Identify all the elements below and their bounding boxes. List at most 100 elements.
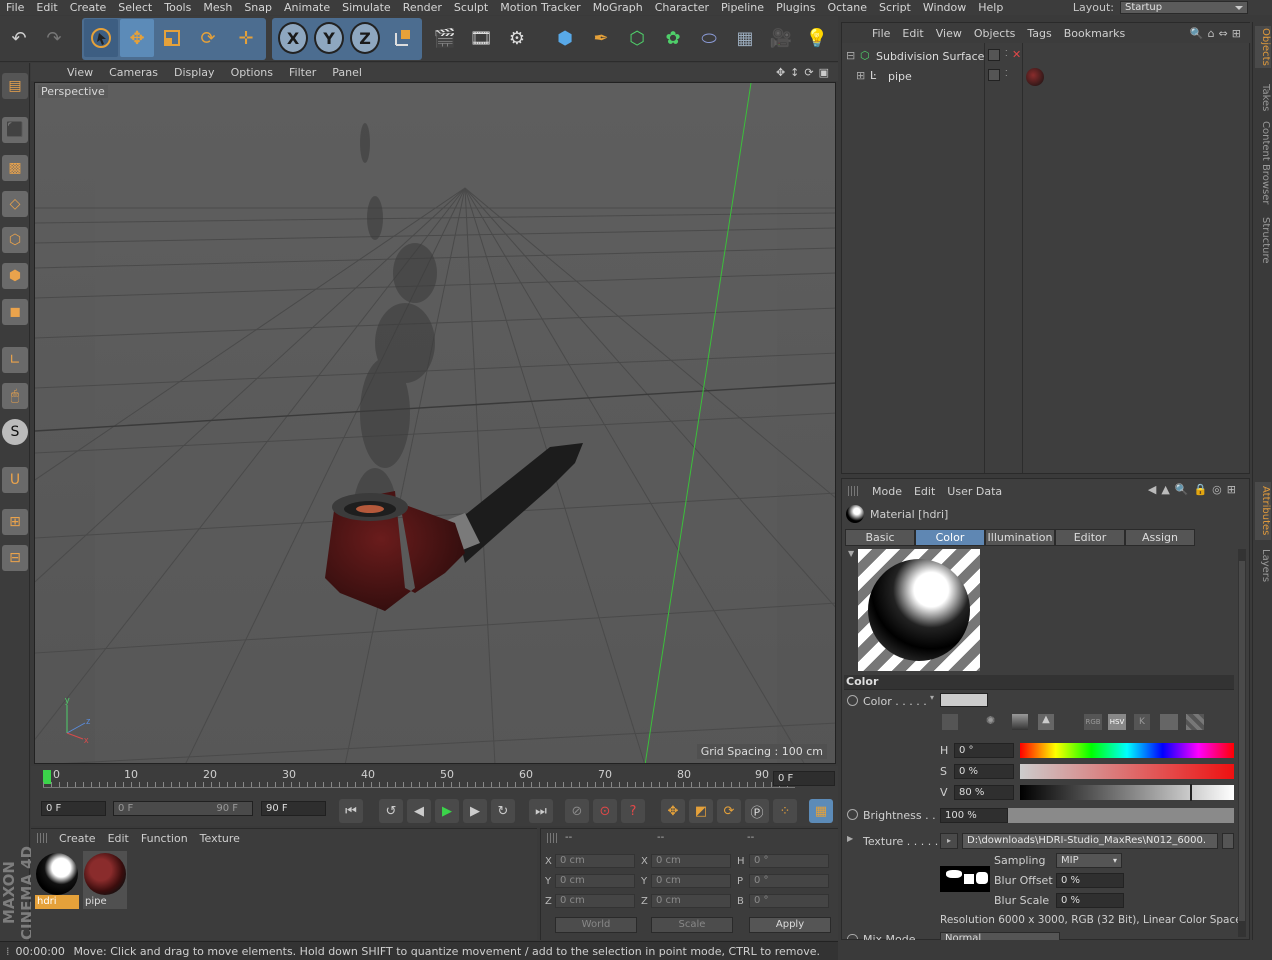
- menu-mesh[interactable]: Mesh: [197, 0, 238, 15]
- mix-mode-dropdown[interactable]: Normal: [940, 932, 1060, 940]
- side-tab-objects[interactable]: Objects: [1255, 26, 1271, 68]
- attribute-scrollbar[interactable]: [1238, 549, 1246, 937]
- sampling-dropdown[interactable]: MIP ▾: [1056, 853, 1122, 868]
- blur-scale-field[interactable]: 0 %: [1056, 893, 1124, 908]
- record-scale-icon[interactable]: ◩: [689, 799, 713, 823]
- layout-dropdown[interactable]: Startup: [1120, 1, 1248, 14]
- material-tag-icon[interactable]: [1026, 68, 1044, 86]
- polygons-mode-icon[interactable]: ◼: [2, 299, 28, 325]
- floor-environment-icon[interactable]: ▦: [728, 19, 762, 57]
- subdivision-surface-icon[interactable]: ⬡: [620, 19, 654, 57]
- menu-sculpt[interactable]: Sculpt: [448, 0, 494, 15]
- object-menu-bookmarks[interactable]: Bookmarks: [1058, 27, 1131, 40]
- tab-illumination[interactable]: Illumination: [985, 529, 1055, 546]
- hsv-mode-icon[interactable]: HSV: [1108, 714, 1126, 730]
- animate-color-radio[interactable]: [847, 695, 858, 706]
- menu-pipeline[interactable]: Pipeline: [715, 0, 770, 15]
- texture-path-field[interactable]: D:\downloads\HDRI-Studio_MaxRes\N012_600…: [962, 833, 1218, 849]
- 3d-viewport[interactable]: y z x Perspective Grid Spacing : 100 cm: [34, 82, 836, 764]
- record-parameter-icon[interactable]: Ⓟ: [745, 799, 769, 823]
- light-icon[interactable]: 💡: [800, 19, 834, 57]
- menu-window[interactable]: Window: [917, 0, 972, 15]
- texture-menu-arrow-icon[interactable]: ▸: [940, 833, 958, 849]
- lock-workplane-icon[interactable]: ⊞: [2, 509, 28, 535]
- brightness-slider[interactable]: [1008, 808, 1234, 823]
- menu-create[interactable]: Create: [64, 0, 113, 15]
- viewport-menu-panel[interactable]: Panel: [324, 66, 370, 79]
- go-to-start-icon[interactable]: ⏮: [339, 799, 363, 823]
- cube-primitive-icon[interactable]: ⬢: [548, 19, 582, 57]
- autokey-icon[interactable]: ⊙: [593, 799, 617, 823]
- color-swatch[interactable]: [940, 693, 988, 707]
- menu-select[interactable]: Select: [112, 0, 158, 15]
- object-menu-view[interactable]: View: [930, 27, 968, 40]
- rgb-mode-icon[interactable]: RGB: [1084, 714, 1102, 730]
- attribute-menu-user-data[interactable]: User Data: [941, 485, 1008, 498]
- editor-visibility-toggle[interactable]: [988, 69, 1000, 81]
- tab-color[interactable]: Color: [915, 529, 985, 546]
- visibility-dots-icon[interactable]: ⁚: [1005, 49, 1008, 58]
- object-menu-tags[interactable]: Tags: [1021, 27, 1057, 40]
- y-axis-lock-button[interactable]: Y: [314, 22, 344, 54]
- timeline-toggle-icon[interactable]: ▦: [809, 799, 833, 823]
- material-menu-function[interactable]: Function: [135, 832, 194, 845]
- position-x-field[interactable]: 0 cm: [555, 854, 635, 868]
- value-slider-thumb[interactable]: [1190, 784, 1193, 801]
- editor-visibility-toggle[interactable]: [988, 49, 1000, 61]
- workplane-mode-icon[interactable]: ◇: [2, 191, 28, 217]
- deformer-icon[interactable]: ⬭: [692, 19, 726, 57]
- viewport-menu-options[interactable]: Options: [223, 66, 281, 79]
- go-to-end-icon[interactable]: ⏭: [529, 799, 553, 823]
- start-frame-field[interactable]: 0 F: [41, 801, 106, 816]
- viewport-menu-cameras[interactable]: Cameras: [101, 66, 166, 79]
- blur-offset-field[interactable]: 0 %: [1056, 873, 1124, 888]
- side-tab-content-browser[interactable]: Content Browser: [1255, 118, 1271, 208]
- texture-mode-icon[interactable]: ▩: [2, 155, 28, 181]
- menu-help[interactable]: Help: [972, 0, 1009, 15]
- previous-key-icon[interactable]: ↺: [379, 799, 403, 823]
- eyedropper-icon[interactable]: [942, 714, 958, 730]
- color-wheel-icon[interactable]: ✺: [986, 714, 995, 727]
- value-slider[interactable]: [1020, 784, 1234, 801]
- attribute-nav-icons[interactable]: ◀▲🔍🔒◎⊞: [1148, 483, 1241, 496]
- menu-script[interactable]: Script: [873, 0, 917, 15]
- transform-icon[interactable]: ✛: [229, 19, 263, 57]
- attribute-menu-edit[interactable]: Edit: [908, 485, 941, 498]
- visibility-dots-icon[interactable]: ⁚: [1005, 69, 1008, 78]
- menu-character[interactable]: Character: [649, 0, 715, 15]
- timeline-ruler[interactable]: 0 10 20 30 40 50 60 70 80 90: [43, 768, 795, 788]
- size-z-field[interactable]: 0 cm: [651, 894, 731, 908]
- menu-tools[interactable]: Tools: [158, 0, 197, 15]
- hue-slider[interactable]: [1020, 743, 1234, 758]
- texture-expand-icon[interactable]: ▶: [847, 834, 853, 843]
- material-swatch-hdri[interactable]: hdri: [35, 851, 79, 909]
- expand-toggle-icon[interactable]: ⊟: [846, 49, 855, 62]
- move-icon[interactable]: ✥: [120, 19, 154, 57]
- pen-spline-icon[interactable]: ✒: [584, 19, 618, 57]
- array-generator-icon[interactable]: ✿: [656, 19, 690, 57]
- object-menu-edit[interactable]: Edit: [896, 27, 929, 40]
- expand-toggle-icon[interactable]: ⊞: [856, 69, 865, 82]
- magnet-icon[interactable]: U: [2, 467, 28, 493]
- render-picture-viewer-icon[interactable]: 🎞: [464, 19, 498, 57]
- material-preview[interactable]: [858, 549, 980, 671]
- viewport-nav-icons[interactable]: ✥↕⟳▣: [776, 66, 834, 79]
- end-frame-field[interactable]: 90 F: [261, 801, 326, 816]
- viewport-menu-display[interactable]: Display: [166, 66, 223, 79]
- viewport-menu-filter[interactable]: Filter: [281, 66, 324, 79]
- position-z-field[interactable]: 0 cm: [555, 894, 635, 908]
- side-tab-takes[interactable]: Takes: [1255, 78, 1271, 118]
- mixer-icon[interactable]: [1160, 714, 1178, 730]
- collapse-arrow-icon[interactable]: ▼: [848, 549, 854, 558]
- saturation-slider[interactable]: [1020, 764, 1234, 779]
- render-view-icon[interactable]: 🎬: [428, 19, 462, 57]
- record-rotation-icon[interactable]: ⟳: [717, 799, 741, 823]
- menu-motion-tracker[interactable]: Motion Tracker: [494, 0, 586, 15]
- menu-mograph[interactable]: MoGraph: [587, 0, 649, 15]
- animate-mix-mode-radio[interactable]: [847, 934, 858, 939]
- previous-frame-icon[interactable]: ◀: [407, 799, 431, 823]
- texture-browse-button[interactable]: [1222, 833, 1234, 849]
- record-keys-icon[interactable]: ⊘: [565, 799, 589, 823]
- scale-icon[interactable]: [155, 19, 189, 57]
- object-menu-file[interactable]: File: [866, 27, 896, 40]
